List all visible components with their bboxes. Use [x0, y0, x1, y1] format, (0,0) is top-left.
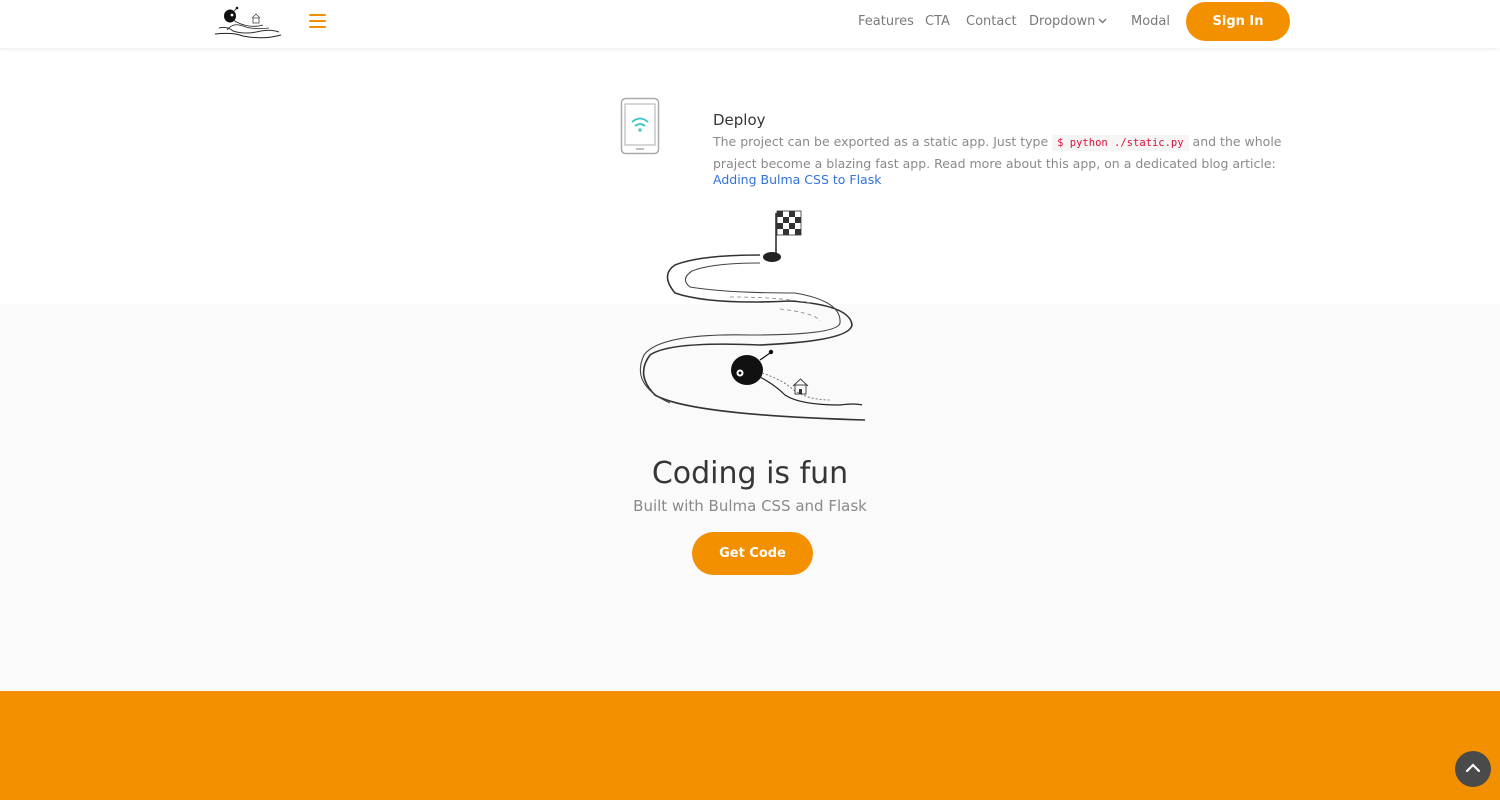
feature-description: The project can be exported as a static … — [713, 132, 1283, 173]
feature-text-before: The project can be exported as a static … — [713, 134, 1053, 149]
nav-cta[interactable]: CTA — [925, 14, 950, 29]
blog-article-link[interactable]: Adding Bulma CSS to Flask — [713, 172, 881, 187]
snail-logo-icon[interactable] — [213, 4, 283, 40]
command-code: $ python ./static.py — [1052, 135, 1189, 151]
nav-dropdown[interactable]: Dropdown — [1029, 14, 1095, 29]
tablet-wifi-icon — [620, 97, 660, 155]
back-to-top-button[interactable] — [1455, 751, 1491, 787]
get-code-button[interactable]: Get Code — [692, 532, 813, 575]
nav-contact[interactable]: Contact — [966, 14, 1017, 29]
chevron-down-icon[interactable] — [1098, 18, 1107, 24]
nav-features[interactable]: Features — [858, 14, 914, 29]
navbar: Features CTA Contact Dropdown Modal Sign… — [0, 0, 1500, 48]
snail-road-illustration — [639, 210, 866, 421]
hero-subtitle: Built with Bulma CSS and Flask — [633, 497, 867, 515]
feature-title: Deploy — [713, 111, 766, 129]
nav-modal[interactable]: Modal — [1131, 14, 1170, 29]
chevron-up-icon — [1465, 763, 1481, 773]
hero-title: Coding is fun — [651, 456, 849, 491]
footer — [0, 691, 1500, 800]
hamburger-menu-icon[interactable] — [309, 13, 327, 29]
sign-in-button[interactable]: Sign In — [1186, 2, 1290, 41]
